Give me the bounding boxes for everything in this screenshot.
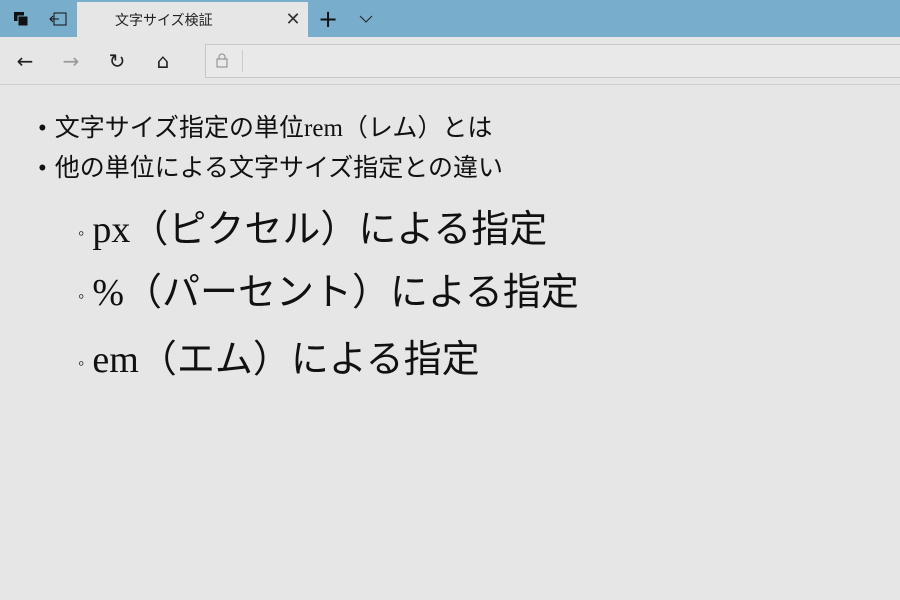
sub-item-text: px（ピクセル）による指定: [92, 209, 548, 251]
set-aside-tabs-icon[interactable]: [42, 0, 74, 37]
sub-bullet: ◦: [78, 352, 85, 373]
sub-bullet: ◦: [78, 222, 85, 243]
sub-list-item: ◦ %（パーセント）による指定: [78, 261, 579, 316]
refresh-button[interactable]: ↻: [97, 37, 137, 85]
forward-button[interactable]: →: [51, 37, 91, 85]
back-button[interactable]: ←: [5, 37, 45, 85]
tab-bar: 文字サイズ検証 ✕ +: [0, 0, 900, 37]
tab-title: 文字サイズ検証: [115, 12, 213, 29]
list-item: 文字サイズ指定の単位rem（レム）とは: [38, 108, 493, 144]
sub-list-item: ◦ em（エム）による指定: [78, 328, 480, 383]
home-button[interactable]: ⌂: [143, 37, 183, 85]
lock-icon: [216, 53, 228, 68]
close-tab-icon[interactable]: ✕: [278, 9, 308, 30]
sub-item-text: %（パーセント）による指定: [92, 272, 579, 314]
list-item: 他の単位による文字サイズ指定との違い: [38, 148, 503, 184]
new-tab-button[interactable]: +: [312, 0, 344, 37]
sub-list-item: ◦ px（ピクセル）による指定: [78, 198, 547, 253]
address-bar[interactable]: [205, 44, 900, 78]
tab-list-chevron-icon[interactable]: [350, 0, 382, 37]
tab-manager-icon[interactable]: [5, 0, 37, 37]
sub-item-text: em（エム）による指定: [92, 339, 480, 381]
tab-active[interactable]: 文字サイズ検証 ✕: [77, 2, 308, 37]
sub-bullet: ◦: [78, 285, 85, 306]
address-separator: [242, 50, 243, 72]
toolbar: ← → ↻ ⌂: [0, 37, 900, 85]
